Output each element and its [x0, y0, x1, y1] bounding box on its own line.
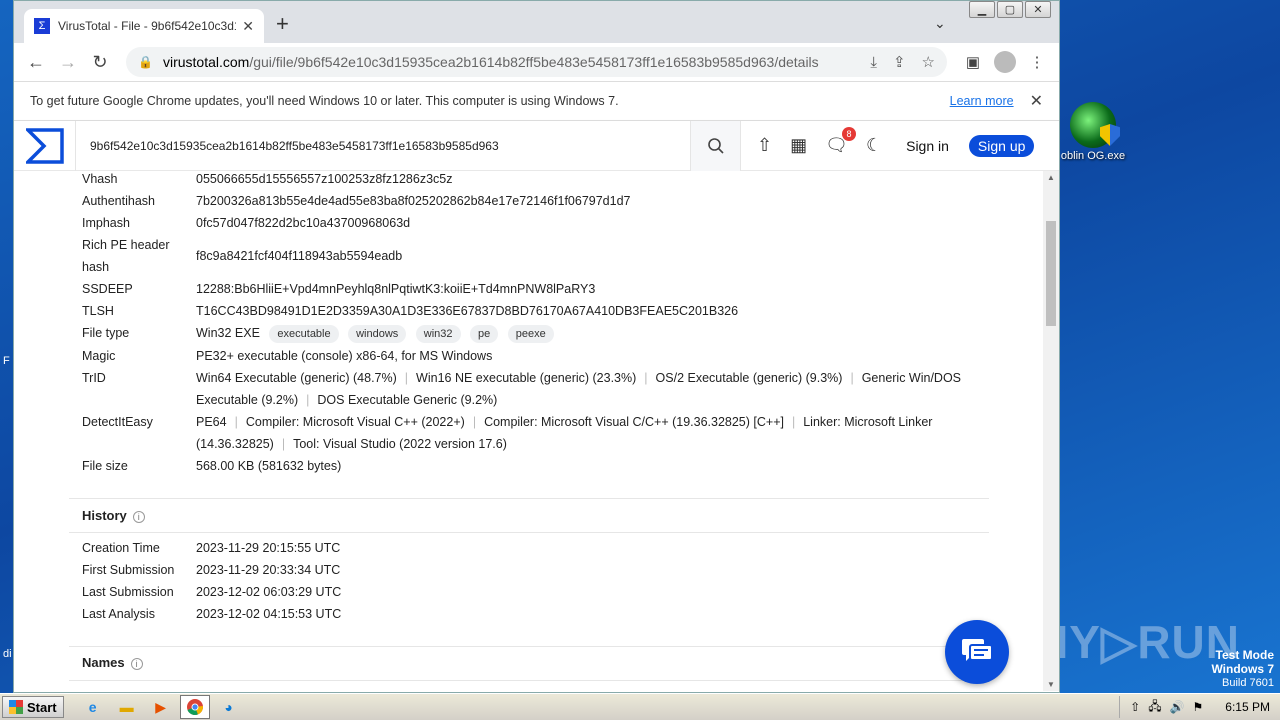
details-content: Vhash 055066655d15556557z100253z8fz1286z…: [14, 171, 1059, 691]
desktop-file-icon[interactable]: oblin OG.exe: [1058, 102, 1128, 162]
tab-strip: Σ VirusTotal - File - 9b6f542e10c3d15… ✕…: [14, 1, 1059, 43]
media-player-icon[interactable]: ▶: [146, 695, 176, 719]
close-tab-icon[interactable]: ✕: [242, 18, 254, 35]
start-button[interactable]: Start: [2, 696, 64, 718]
vt-header: 9b6f542e10c3d15935cea2b1614b82ff5be483e5…: [14, 120, 1059, 171]
info-icon[interactable]: i: [130, 658, 143, 670]
update-infobar: To get future Google Chrome updates, you…: [14, 81, 1059, 121]
maximize-button[interactable]: ▢: [997, 1, 1023, 18]
bookmark-star-icon[interactable]: ☆: [922, 53, 935, 71]
url-text[interactable]: virustotal.com/gui/file/9b6f542e10c3d159…: [163, 54, 854, 70]
divider: [69, 680, 989, 681]
scroll-down-icon[interactable]: ▼: [1047, 680, 1055, 689]
notifications-icon[interactable]: 🗨 8: [825, 127, 856, 156]
names-heading: Names i: [82, 655, 143, 670]
forward-icon[interactable]: →: [54, 48, 82, 76]
taskbar: Start e ▬ ▶ ◕ ⇧ 🖧 🔊 ⚑ 6:15 PM: [0, 693, 1280, 720]
divider: [69, 498, 989, 499]
vt-search-input[interactable]: 9b6f542e10c3d15935cea2b1614b82ff5be483e5…: [76, 120, 691, 171]
divider: [69, 646, 989, 647]
file-type-tag[interactable]: pe: [470, 325, 499, 343]
tab-title: VirusTotal - File - 9b6f542e10c3d15…: [58, 19, 236, 33]
internet-explorer-icon[interactable]: e: [78, 695, 108, 719]
side-panel-icon[interactable]: ▣: [959, 48, 987, 76]
share-icon[interactable]: ⇪: [893, 53, 906, 71]
divider: [69, 532, 989, 533]
clock[interactable]: 6:15 PM: [1225, 700, 1270, 714]
history-heading: History i: [82, 508, 145, 523]
file-type-tag[interactable]: peexe: [507, 325, 554, 343]
infobar-message: To get future Google Chrome updates, you…: [30, 94, 619, 108]
file-explorer-icon[interactable]: ▬: [112, 695, 142, 719]
tray-expand-icon[interactable]: ⇧: [1130, 700, 1140, 714]
edge-icon[interactable]: ◕: [214, 695, 244, 719]
chrome-icon: [186, 699, 203, 716]
scroll-up-icon[interactable]: ▲: [1047, 173, 1055, 182]
vt-actions: ⇧ ▦ 🗨 8 ☾ Sign in: [757, 127, 949, 156]
avatar: [994, 51, 1016, 73]
lock-icon[interactable]: 🔒: [138, 55, 153, 69]
sign-up-button[interactable]: Sign up: [968, 134, 1035, 157]
action-center-flag-icon[interactable]: ⚑: [1193, 700, 1204, 714]
address-bar[interactable]: 🔒 virustotal.com/gui/file/9b6f542e10c3d1…: [126, 47, 947, 77]
browser-toolbar: ← → ↻ 🔒 virustotal.com/gui/file/9b6f542e…: [14, 43, 1059, 81]
info-icon[interactable]: i: [132, 511, 145, 523]
chat-support-button[interactable]: [945, 620, 1009, 684]
back-icon[interactable]: ←: [22, 48, 50, 76]
upload-icon[interactable]: ⇧: [757, 135, 772, 156]
dark-mode-icon[interactable]: ☾: [866, 135, 882, 156]
search-icon[interactable]: [691, 120, 741, 171]
file-type-tag[interactable]: windows: [348, 325, 407, 343]
chrome-window: Σ VirusTotal - File - 9b6f542e10c3d15… ✕…: [13, 0, 1060, 693]
desktop-icon-label: oblin OG.exe: [1060, 150, 1126, 162]
volume-icon[interactable]: 🔊: [1170, 700, 1185, 714]
virustotal-favicon: Σ: [34, 18, 50, 34]
sign-in-link[interactable]: Sign in: [906, 138, 949, 154]
test-mode-text: Test Mode Windows 7 Build 7601: [1211, 648, 1274, 689]
browser-tab[interactable]: Σ VirusTotal - File - 9b6f542e10c3d15… ✕: [24, 9, 264, 43]
page-scrollbar[interactable]: ▲ ▼: [1043, 171, 1059, 691]
profile-icon[interactable]: [991, 48, 1019, 76]
file-type-tag[interactable]: executable: [269, 325, 339, 343]
apps-grid-icon[interactable]: ▦: [790, 135, 807, 156]
tab-search-icon[interactable]: ⌄: [934, 15, 946, 32]
chat-icon: [962, 639, 993, 661]
desktop-edge-fragment: di: [3, 648, 12, 660]
new-tab-icon[interactable]: +: [276, 13, 289, 35]
window-controls: ▁ ▢ ✕: [969, 1, 1051, 18]
install-app-icon[interactable]: ⤓: [870, 54, 877, 71]
uac-shield-icon: [1100, 124, 1120, 146]
scroll-thumb[interactable]: [1046, 221, 1056, 326]
file-type-tag[interactable]: win32: [415, 325, 461, 343]
close-infobar-icon[interactable]: ✕: [1030, 91, 1043, 111]
virustotal-logo-icon[interactable]: [14, 120, 76, 171]
app-icon: [1070, 102, 1120, 148]
windows-logo-icon: [9, 700, 23, 714]
notification-badge: 8: [841, 127, 856, 141]
close-window-button[interactable]: ✕: [1025, 1, 1051, 18]
minimize-button[interactable]: ▁: [969, 1, 995, 18]
network-icon[interactable]: 🖧: [1148, 697, 1161, 718]
desktop-edge-fragment: F: [3, 355, 10, 367]
menu-kebab-icon[interactable]: ⋮: [1023, 48, 1051, 76]
system-tray: ⇧ 🖧 🔊 ⚑ 6:15 PM: [1119, 696, 1280, 718]
chrome-taskbar-icon[interactable]: [179, 695, 210, 719]
learn-more-link[interactable]: Learn more: [950, 94, 1014, 108]
reload-icon[interactable]: ↻: [86, 48, 114, 76]
